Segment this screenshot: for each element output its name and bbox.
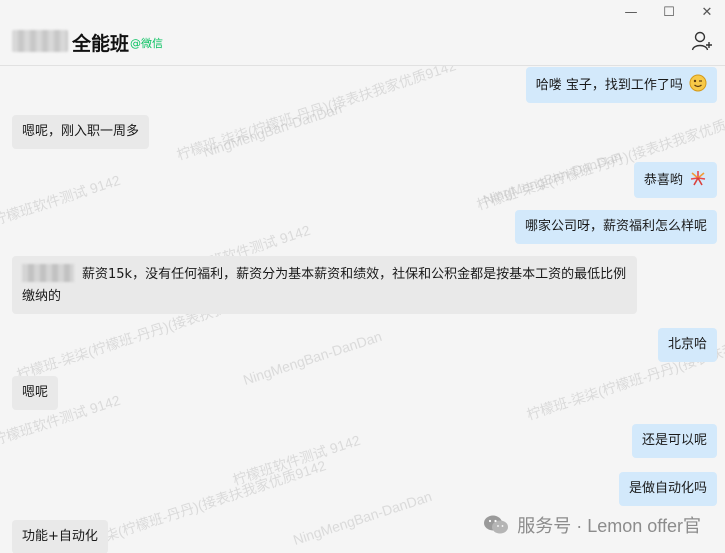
wechat-logo-icon <box>484 515 509 534</box>
message-text: 恭喜哟 <box>643 173 683 188</box>
blurred-contact-name <box>12 30 68 52</box>
message-bubble[interactable]: 薪资15k，没有任何福利，薪资分为基本薪资和绩效，社保和公积金都是按基本工资的最… <box>12 256 637 314</box>
message-bubble[interactable]: 哈喽 宝子，找到工作了吗 <box>525 67 717 103</box>
message-bubble[interactable]: 嗯呢，刚入职一周多 <box>12 115 150 149</box>
watermark: 柠檬班-柒柒(柠檬班-丹丹)(接表扶我家优质9142 <box>474 107 725 213</box>
message-text: 薪资15k，没有任何福利，薪资分为基本薪资和绩效，社保和公积金都是按基本工资的最… <box>22 267 627 304</box>
blurred-sender <box>22 264 74 282</box>
message-bubble[interactable]: 哪家公司呀，薪资福利怎么样呢 <box>514 210 717 244</box>
message-bubble[interactable]: 是做自动化吗 <box>618 472 717 506</box>
message-bubble[interactable]: 北京哈 <box>657 328 717 362</box>
message-text: 还是可以呢 <box>641 433 707 448</box>
close-button[interactable]: ✕ <box>699 2 715 24</box>
wechat-tag: @微信 <box>130 37 163 50</box>
fireworks-icon <box>690 171 706 186</box>
service-account-label: 服务号 · Lemon offer官 <box>517 516 701 536</box>
service-account-watermark: 服务号 · Lemon offer官 <box>483 512 701 538</box>
chat-window: 柠檬班-柒柒(柠檬班-丹丹)(接表扶我家优质9142 NingMengBan-D… <box>0 0 725 553</box>
message-bubble[interactable]: 功能+自动化 <box>12 520 108 553</box>
add-member-icon[interactable] <box>691 30 713 52</box>
message-text: 北京哈 <box>667 337 707 352</box>
watermark: NingMengBan-DanDan <box>201 100 344 160</box>
message-text: 是做自动化吗 <box>628 481 707 496</box>
maximize-button[interactable]: ☐ <box>661 2 677 24</box>
chat-header: — ☐ ✕ 全能班 @微信 <box>0 0 725 66</box>
window-controls: — ☐ ✕ <box>623 2 715 24</box>
watermark: NingMengBan-DanDan <box>241 328 384 388</box>
chat-title: 全能班 <box>72 33 130 55</box>
message-text: 功能+自动化 <box>22 529 98 544</box>
wink-face-icon <box>689 74 707 92</box>
minimize-button[interactable]: — <box>623 2 639 24</box>
watermark: NingMengBan-DanDan <box>481 148 624 208</box>
watermark: 柠檬班软件测试 9142 <box>0 171 123 229</box>
message-bubble[interactable]: 嗯呢 <box>12 376 59 410</box>
message-bubble[interactable]: 还是可以呢 <box>631 424 717 458</box>
message-text: 嗯呢，刚入职一周多 <box>22 124 140 139</box>
watermark: 柠檬班软件测试 9142 <box>230 431 363 489</box>
message-text: 嗯呢 <box>22 385 49 400</box>
message-bubble[interactable]: 恭喜哟 <box>633 162 717 198</box>
message-text: 哪家公司呀，薪资福利怎么样呢 <box>524 219 707 234</box>
watermark: 柠檬班-柒柒(柠檬班-丹丹)(接表扶我家优质9142 <box>174 57 458 163</box>
message-text: 哈喽 宝子，找到工作了吗 <box>535 78 683 93</box>
watermark: NingMengBan-DanDan <box>291 488 434 548</box>
